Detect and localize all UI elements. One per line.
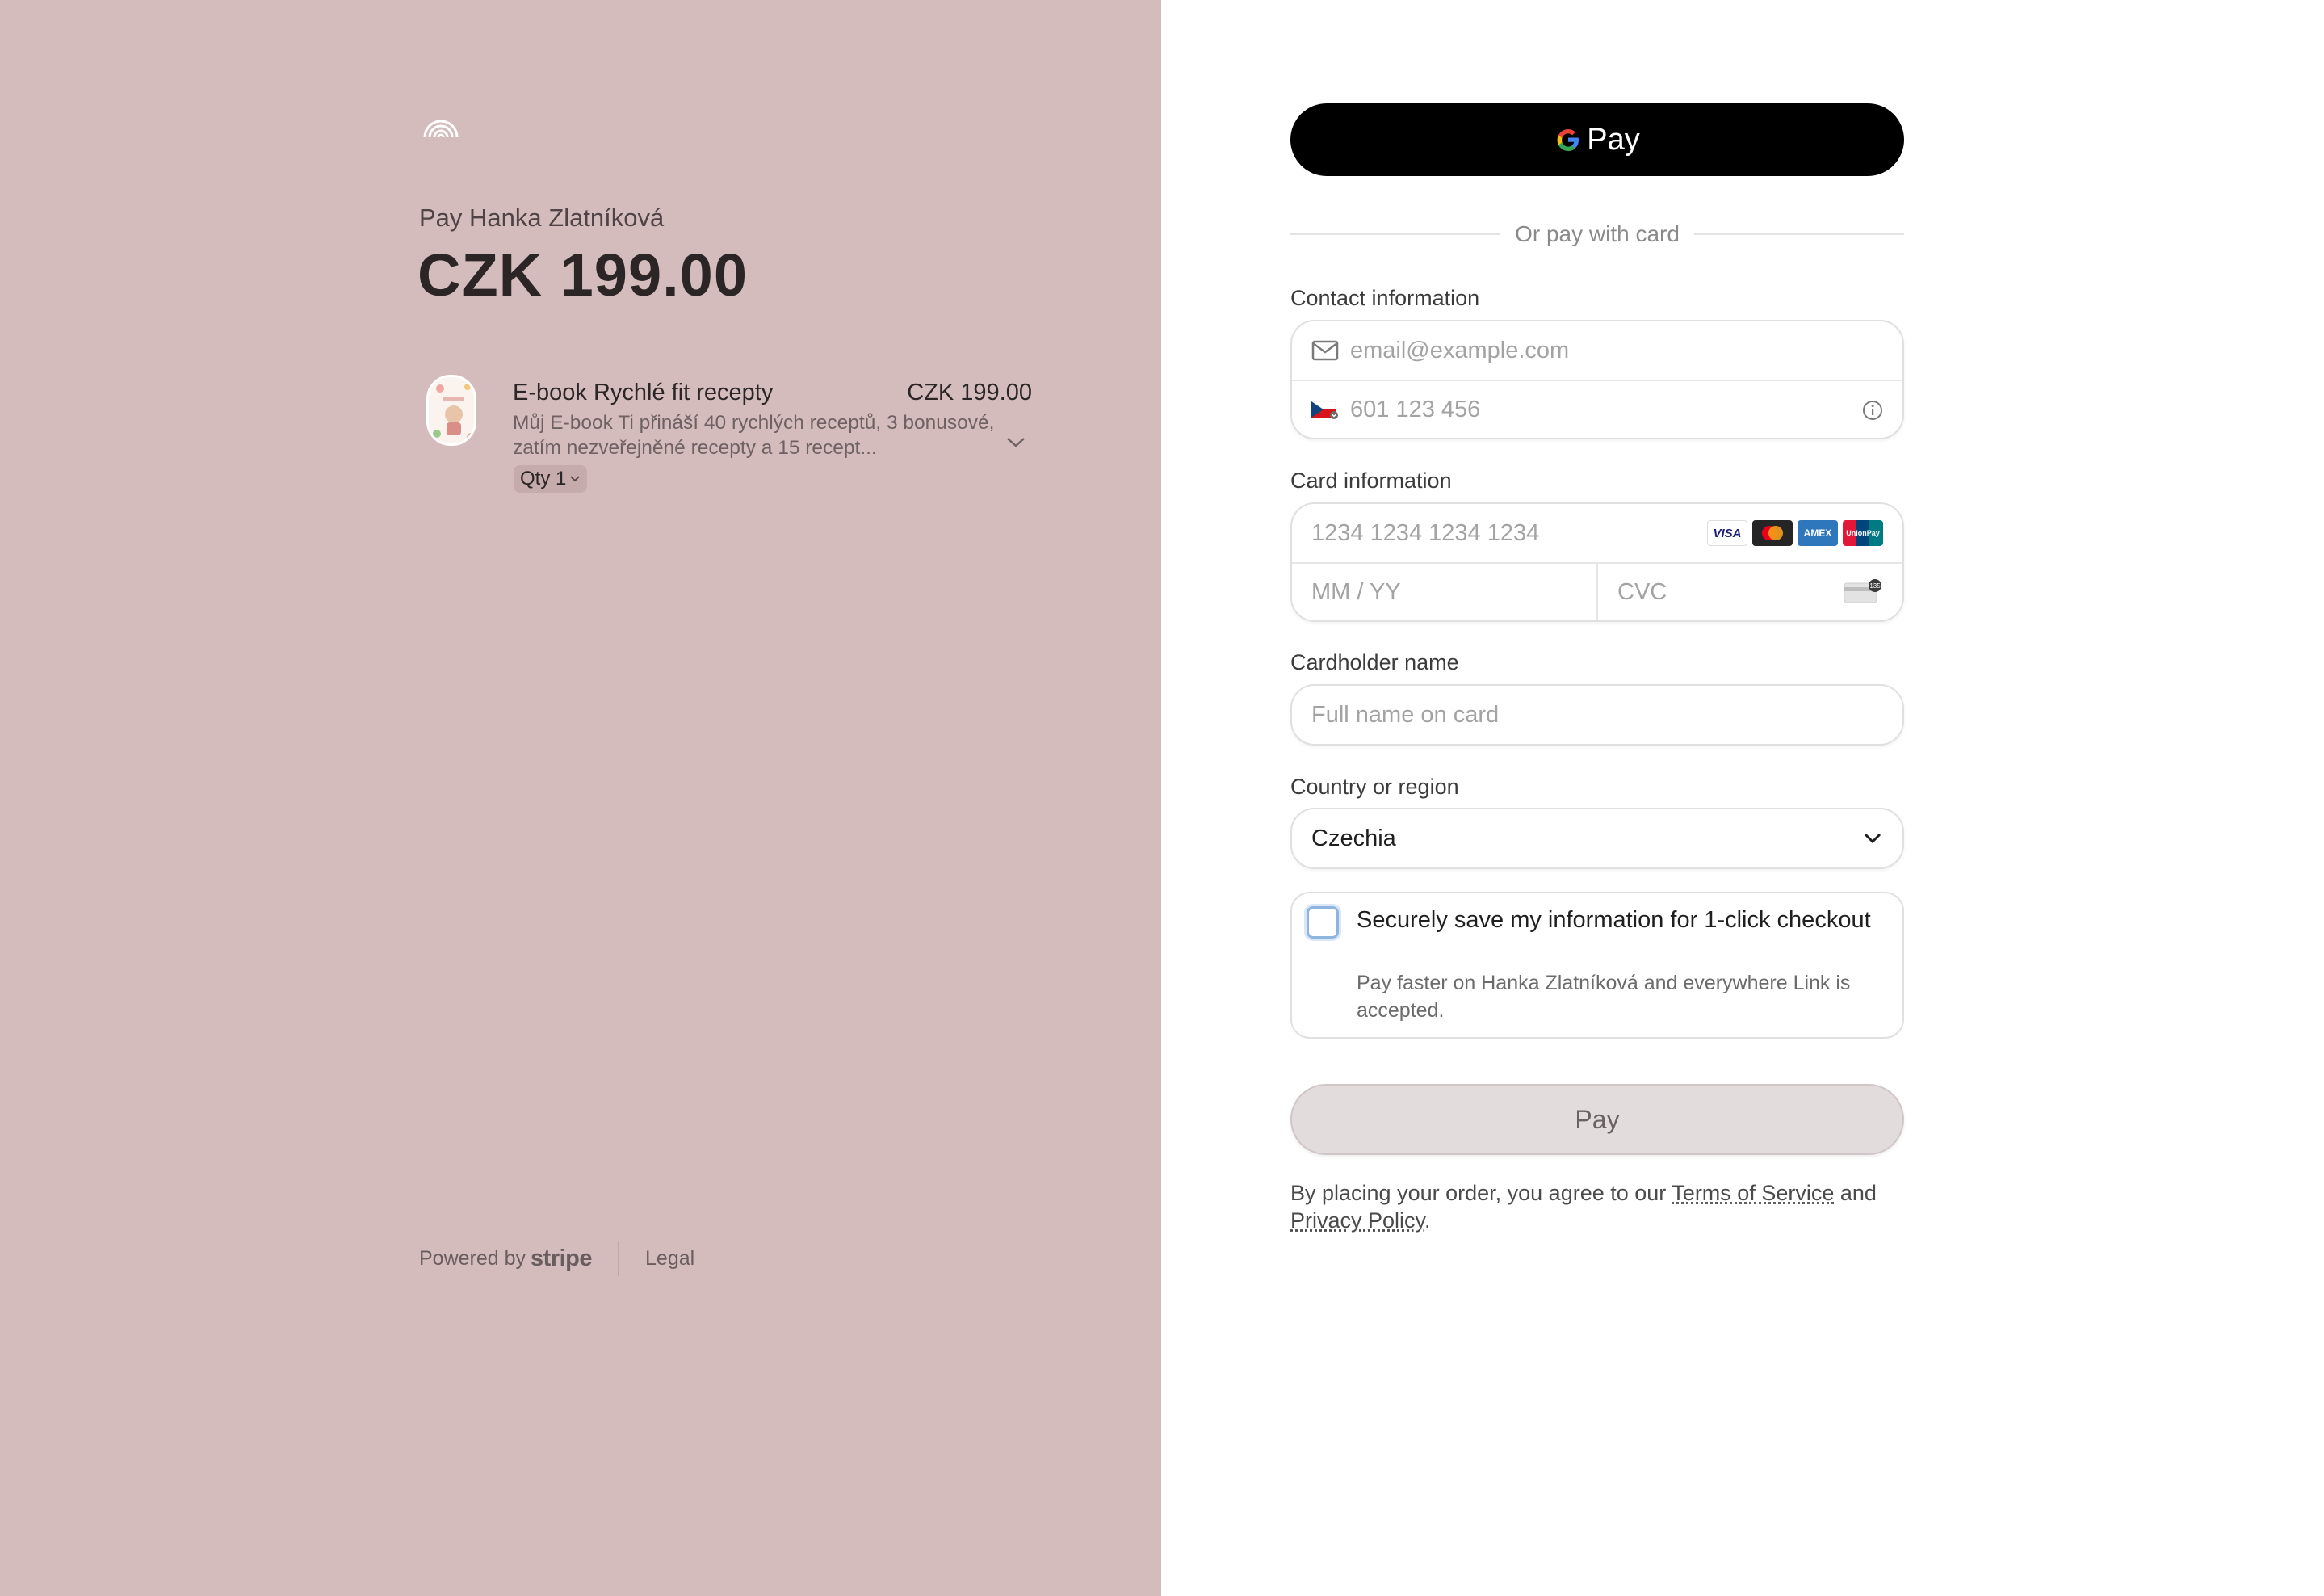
- terms-suffix: .: [1424, 1208, 1431, 1233]
- expiry-placeholder: MM / YY: [1311, 578, 1401, 605]
- google-g-icon: [1557, 129, 1579, 151]
- cvc-field[interactable]: CVC 135: [1596, 564, 1902, 620]
- google-pay-label: Pay: [1587, 122, 1640, 157]
- or-pay-with-card-divider: Or pay with card: [1290, 218, 1905, 250]
- merchant-name: Pay Hanka Zlatníková: [419, 204, 665, 232]
- czech-flag-icon[interactable]: [1311, 400, 1339, 419]
- powered-by-text: Powered by: [419, 1246, 526, 1270]
- country-select[interactable]: Czechia: [1290, 808, 1904, 869]
- country-value: Czechia: [1311, 825, 1396, 851]
- contact-info-group: email@example.com 601 123 456: [1290, 320, 1904, 439]
- card-brands: VISA AMEX UnionPay: [1707, 520, 1883, 546]
- quantity-selector[interactable]: Qty 1: [514, 465, 588, 493]
- card-number-field[interactable]: 1234 1234 1234 1234 VISA AMEX UnionPay: [1292, 504, 1902, 562]
- country-label: Country or region: [1290, 775, 1459, 799]
- line-item-price: CZK 199.00: [907, 380, 1032, 405]
- cardholder-label: Cardholder name: [1290, 650, 1459, 674]
- payment-form-panel: Pay Or pay with card Contact information…: [1161, 0, 2324, 1596]
- divider-line-right: [1693, 233, 1905, 235]
- line-item-description: Můj E-book Ti přináší 40 rychlých recept…: [513, 412, 995, 459]
- quantity-label: Qty 1: [520, 468, 567, 489]
- unionpay-icon: UnionPay: [1843, 520, 1883, 546]
- privacy-policy-link[interactable]: Privacy Policy: [1290, 1208, 1424, 1233]
- email-placeholder: email@example.com: [1350, 337, 1570, 363]
- email-field[interactable]: email@example.com: [1292, 321, 1902, 380]
- card-info-label: Card information: [1290, 468, 1452, 493]
- contact-info-label: Contact information: [1290, 286, 1480, 310]
- cardholder-placeholder: Full name on card: [1311, 701, 1500, 728]
- card-info-group: 1234 1234 1234 1234 VISA AMEX UnionPay M…: [1290, 502, 1904, 622]
- expiry-field[interactable]: MM / YY: [1292, 564, 1596, 620]
- phone-placeholder: 601 123 456: [1350, 396, 1481, 422]
- visa-icon: VISA: [1707, 520, 1747, 546]
- card-expiry-cvc-row: MM / YY CVC 135: [1292, 562, 1902, 620]
- divider-line-left: [1290, 233, 1501, 235]
- footer-links: Powered by stripe Legal: [419, 1241, 694, 1276]
- product-thumbnail: [426, 375, 476, 446]
- terms-text: By placing your order, you agree to our …: [1290, 1179, 1904, 1234]
- amex-icon: AMEX: [1798, 520, 1838, 546]
- cvc-card-icon: 135: [1844, 579, 1881, 603]
- line-item-name: E-book Rychlé fit recepty: [513, 380, 774, 405]
- powered-by-stripe-link[interactable]: Powered by stripe: [419, 1245, 593, 1272]
- pay-button[interactable]: Pay: [1290, 1084, 1904, 1155]
- link-save-info-box: Securely save my information for 1-click…: [1290, 892, 1904, 1039]
- stripe-logo: stripe: [531, 1245, 593, 1271]
- svg-text:135: 135: [1869, 582, 1881, 590]
- total-amount: CZK 199.00: [417, 242, 748, 309]
- rainbow-logo-icon[interactable]: [422, 113, 460, 139]
- save-info-checkbox[interactable]: [1307, 906, 1339, 939]
- legal-link[interactable]: Legal: [645, 1247, 694, 1270]
- google-pay-button[interactable]: Pay: [1290, 103, 1904, 176]
- terms-prefix: By placing your order, you agree to our: [1290, 1181, 1672, 1205]
- save-info-subtitle: Pay faster on Hanka Zlatníková and every…: [1357, 972, 1851, 1022]
- country-row: Czechia: [1292, 809, 1902, 867]
- phone-field[interactable]: 601 123 456: [1292, 380, 1902, 438]
- pay-button-label: Pay: [1575, 1104, 1620, 1134]
- envelope-icon: [1311, 340, 1339, 361]
- chevron-down-icon: [570, 476, 580, 482]
- info-icon[interactable]: [1862, 400, 1883, 421]
- card-number-placeholder: 1234 1234 1234 1234: [1311, 519, 1540, 546]
- cvc-placeholder: CVC: [1617, 578, 1667, 605]
- chevron-down-icon: [1864, 833, 1881, 844]
- save-info-title[interactable]: Securely save my information for 1-click…: [1357, 905, 1873, 935]
- order-summary-panel: Pay Hanka Zlatníková CZK 199.00 E-book R…: [0, 0, 1161, 1596]
- cardholder-name-field[interactable]: Full name on card: [1290, 684, 1904, 746]
- chevron-down-icon[interactable]: [1005, 436, 1026, 449]
- terms-and: and: [1834, 1181, 1877, 1205]
- terms-of-service-link[interactable]: Terms of Service: [1672, 1181, 1834, 1205]
- footer-divider: [618, 1241, 620, 1276]
- cardholder-row: Full name on card: [1292, 686, 1902, 744]
- divider-text: Or pay with card: [1515, 221, 1680, 246]
- mastercard-icon: [1752, 520, 1793, 546]
